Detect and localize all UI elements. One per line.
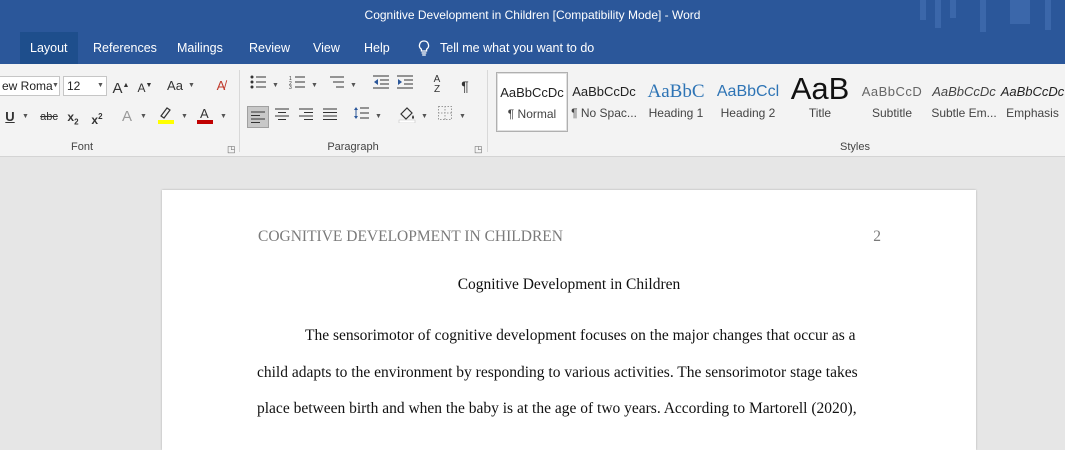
document-title: Cognitive Development in Children [457,276,681,293]
subscript-icon[interactable]: x2 [65,107,81,127]
superscript-icon[interactable]: x2 [89,107,105,127]
style-heading-2[interactable]: AaBbCcl Heading 2 [712,72,784,132]
chevron-down-icon[interactable]: ▼ [272,76,279,96]
chevron-down-icon[interactable]: ▼ [459,107,466,127]
style-sample: AaBbCcl [716,83,780,100]
tab-view[interactable]: View [303,32,350,64]
highlight-color-icon[interactable] [156,105,176,125]
chevron-down-icon[interactable]: ▼ [350,76,357,96]
clear-formatting-icon[interactable]: A̸ [212,76,230,96]
decrease-indent-icon[interactable] [372,75,390,95]
align-center-icon[interactable] [274,106,290,126]
shrink-font-icon[interactable]: A▼ [137,76,153,96]
tab-references[interactable]: References [83,32,167,64]
style-subtitle[interactable]: AaBbCcD Subtitle [856,72,928,132]
chevron-down-icon[interactable]: ▼ [375,107,382,127]
window-title: Cognitive Development in Children [Compa… [364,8,701,22]
strikethrough-icon[interactable]: abc [38,107,60,127]
tab-review[interactable]: Review [239,32,300,64]
dialog-launcher-icon[interactable]: ◳ [474,144,483,155]
chevron-down-icon[interactable]: ▼ [181,107,188,127]
chevron-down-icon[interactable]: ▼ [52,76,59,96]
paragraph-line: place between birth and when the baby is… [257,400,857,417]
change-case-icon[interactable]: Aa [165,76,185,96]
style-heading-1[interactable]: AaBbC Heading 1 [640,72,712,132]
style-sample: AaB [790,72,850,106]
tab-help[interactable]: Help [354,32,400,64]
lightbulb-icon [418,40,430,56]
paragraph-line: child adapts to the environment by respo… [257,364,858,381]
justify-icon[interactable] [322,106,338,126]
style-name: Emphasis [1006,106,1059,120]
tell-me-label: Tell me what you want to do [440,41,595,55]
sort-icon[interactable]: AZ [428,75,446,95]
bullets-icon[interactable] [249,75,267,95]
font-family-value: ew Roma [2,79,53,93]
style-name: Subtle Em... [931,106,997,120]
tell-me-search[interactable]: Tell me what you want to do [418,32,594,64]
tab-mailings[interactable]: Mailings [167,32,233,64]
running-header: COGNITIVE DEVELOPMENT IN CHILDREN [258,228,563,245]
font-family-combobox[interactable]: ew Roma [0,76,60,96]
text-effects-icon[interactable]: A [119,107,135,127]
style-sample: AaBbCcDc [572,84,636,99]
chevron-down-icon[interactable]: ▼ [97,76,104,96]
style-sample: AaBbCcDc [500,85,564,100]
font-color-icon[interactable]: A [196,105,214,125]
chevron-down-icon[interactable]: ▼ [188,76,195,96]
svg-text:3: 3 [289,85,292,89]
chevron-down-icon[interactable]: ▼ [311,76,318,96]
borders-icon[interactable] [437,106,453,126]
group-separator [487,70,488,152]
chevron-down-icon[interactable]: ▼ [140,107,147,127]
align-right-icon[interactable] [298,106,314,126]
style-name: ¶ Normal [507,107,557,121]
show-formatting-marks-icon[interactable]: ¶ [458,76,472,96]
underline-icon[interactable]: U [4,107,16,127]
style-sample: AaBbCcDc [1000,84,1065,99]
svg-text:A: A [200,106,209,121]
chevron-down-icon[interactable]: ▼ [421,107,428,127]
chevron-down-icon[interactable]: ▼ [22,107,29,127]
multilevel-list-icon[interactable] [327,75,345,95]
style-name: Subtitle [871,106,913,120]
style-name: Heading 2 [720,106,776,120]
numbering-icon[interactable]: 123 [288,75,306,95]
style-no-spacing[interactable]: AaBbCcDc ¶ No Spac... [568,72,640,132]
increase-indent-icon[interactable] [396,75,414,95]
tab-layout[interactable]: Layout [20,32,78,64]
grow-font-icon[interactable]: A▲ [112,76,130,97]
title-bar: Cognitive Development in Children [Compa… [0,0,1065,32]
font-group-label: Font [70,141,93,153]
paragraph-line: The sensorimotor of cognitive developmen… [305,327,856,344]
style-name: Title [808,106,832,120]
dialog-launcher-icon[interactable]: ◳ [227,144,236,155]
page-number: 2 [873,228,881,245]
style-name: Heading 1 [648,106,704,120]
style-name: ¶ No Spac... [571,106,637,120]
style-sample: AaBbCcDc [932,84,996,99]
ribbon-tab-bar: n Layout References Mailings Review View… [0,32,1065,64]
tab-file-partial[interactable]: n [0,32,2,64]
style-emphasis[interactable]: AaBbCcDc Emphasis [1000,72,1065,132]
shading-icon[interactable] [397,105,417,125]
style-subtle-emphasis[interactable]: AaBbCcDc Subtle Em... [928,72,1000,132]
style-sample: AaBbC [647,81,705,102]
style-normal[interactable]: AaBbCcDc ¶ Normal [496,72,568,132]
chevron-down-icon[interactable]: ▼ [220,107,227,127]
document-page[interactable]: COGNITIVE DEVELOPMENT IN CHILDREN 2 Cogn… [162,190,976,450]
align-left-icon[interactable] [247,106,269,128]
paragraph-group-label: Paragraph [327,141,379,153]
style-sample: AaBbCcD [861,84,923,99]
ribbon: ew Roma ▼ 12 ▼ A▲ A▼ Aa ▼ A̸ U ▼ abc x2 … [0,64,1065,157]
font-size-value: 12 [67,79,81,93]
line-spacing-icon[interactable] [352,106,370,126]
style-title[interactable]: AaB Title [784,72,856,132]
styles-group-label: Styles [840,141,870,153]
group-separator [239,70,240,152]
